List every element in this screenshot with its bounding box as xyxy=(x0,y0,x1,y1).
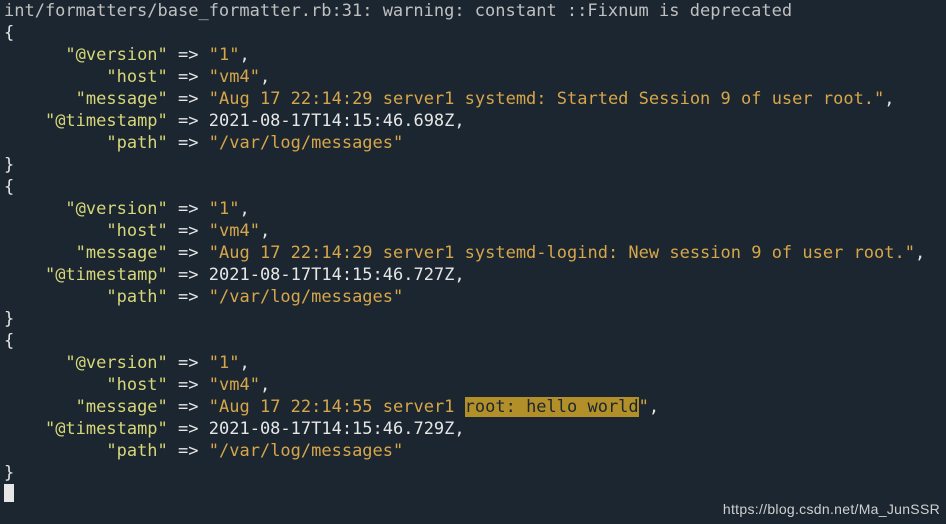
version-value: 1 xyxy=(219,45,229,65)
timestamp-value: 2021-08-17T14:15:46.729Z xyxy=(209,419,455,439)
path-value: /var/log/messages xyxy=(219,441,393,461)
version-value: 1 xyxy=(219,199,229,219)
host-value: vm4 xyxy=(219,375,250,395)
message-value: Aug 17 22:14:29 server1 systemd: Started… xyxy=(219,89,874,109)
message-value: Aug 17 22:14:29 server1 systemd-logind: … xyxy=(219,243,905,263)
path-value: /var/log/messages xyxy=(219,133,393,153)
message-prefix: Aug 17 22:14:55 server1 xyxy=(219,397,465,417)
terminal-cursor xyxy=(4,484,14,502)
terminal-output: int/formatters/base_formatter.rb:31: war… xyxy=(0,0,946,506)
host-value: vm4 xyxy=(219,67,250,87)
version-value: 1 xyxy=(219,353,229,373)
message-highlight: root: hello world xyxy=(465,397,639,417)
path-value: /var/log/messages xyxy=(219,287,393,307)
timestamp-value: 2021-08-17T14:15:46.727Z xyxy=(209,265,455,285)
host-value: vm4 xyxy=(219,221,250,241)
timestamp-value: 2021-08-17T14:15:46.698Z xyxy=(209,111,455,131)
warning-line: int/formatters/base_formatter.rb:31: war… xyxy=(4,1,792,21)
